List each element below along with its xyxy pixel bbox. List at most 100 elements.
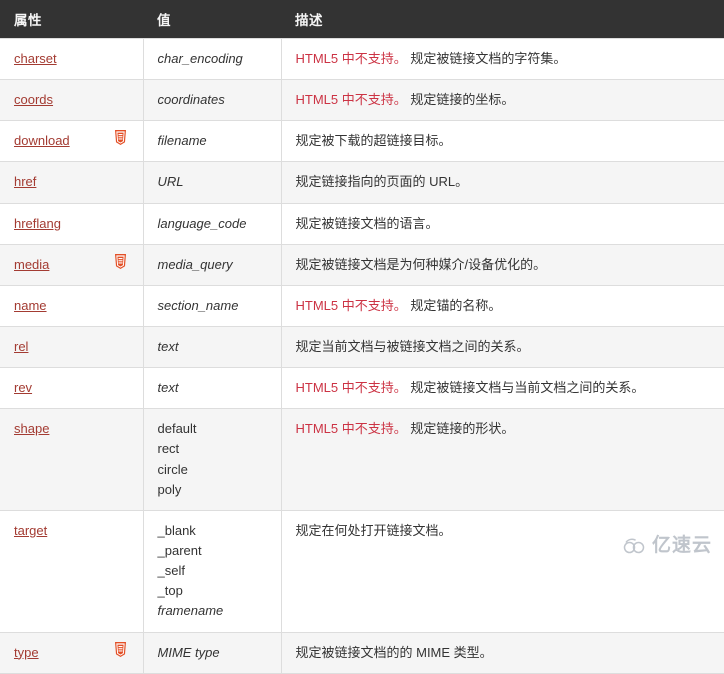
- description-text: 规定被链接文档的的 MIME 类型。: [295, 644, 493, 660]
- value-cell: media_query: [143, 243, 282, 286]
- table-row: hreflang language_code 规定被链接文档的语言。: [0, 202, 724, 245]
- attribute-link-media[interactable]: media: [14, 257, 49, 272]
- value-option: poly: [157, 481, 182, 497]
- table-row: href URL 规定链接指向的页面的 URL。: [0, 161, 724, 204]
- html5-badge-icon: [114, 130, 127, 146]
- description-text: 规定被链接文档的字符集。: [410, 51, 567, 66]
- description-cell: HTML5 中不支持。 规定链接的形状。: [281, 408, 724, 511]
- description-text: 规定当前文档与被链接文档之间的关系。: [295, 338, 530, 354]
- description-text: 规定被下载的超链接目标。: [295, 133, 452, 149]
- value-text: section_name: [157, 297, 239, 313]
- value-option: circle: [157, 461, 188, 477]
- html5-unsupported-notice: HTML5 中不支持。: [295, 380, 407, 396]
- value-cell: MIME type: [143, 631, 282, 674]
- value-text: text: [157, 380, 179, 396]
- attribute-cell: shape: [0, 408, 144, 511]
- value-text: MIME type: [157, 644, 220, 660]
- html5-badge-icon: [114, 641, 127, 657]
- value-cell: section_name: [143, 284, 282, 327]
- value-text: language_code: [157, 215, 247, 231]
- column-header-description: 描述: [281, 0, 724, 39]
- value-text: URL: [157, 174, 184, 190]
- html5-unsupported-notice: HTML5 中不支持。: [295, 297, 407, 313]
- attribute-cell: rev: [0, 367, 144, 410]
- value-option: _self: [157, 563, 185, 579]
- attribute-link-charset[interactable]: charset: [14, 51, 57, 66]
- column-header-attribute: 属性: [0, 0, 143, 39]
- value-list: default rect circle poly: [158, 419, 269, 500]
- html5-unsupported-notice: HTML5 中不支持。: [295, 92, 407, 108]
- value-option: _top: [157, 583, 183, 599]
- description-cell: 规定被下载的超链接目标。: [281, 120, 724, 163]
- attribute-cell: target: [0, 509, 144, 633]
- attribute-cell: coords: [0, 79, 144, 122]
- table-body: charset char_encoding HTML5 中不支持。 规定被链接文档的…: [0, 37, 724, 674]
- html5-badge-icon: [114, 253, 127, 269]
- description-text: 规定在何处打开链接文档。: [295, 522, 452, 538]
- description-cell: 规定被链接文档的的 MIME 类型。: [281, 631, 724, 674]
- table-row: media media_query 规定被链接文档是为何种媒介/设备优化的。: [0, 243, 724, 286]
- table-header: 属性 值 描述: [0, 0, 724, 39]
- value-text: text: [157, 338, 179, 354]
- value-list: _blank _parent _self _top framename: [158, 521, 269, 622]
- value-text: filename: [157, 133, 207, 149]
- table-row: shape default rect circle poly HTML5 中不支持。 规定…: [0, 408, 724, 511]
- description-cell: 规定在何处打开链接文档。: [281, 509, 724, 633]
- value-option: default: [157, 421, 197, 437]
- description-text: 规定被链接文档是为何种媒介/设备优化的。: [295, 256, 547, 272]
- table-row: name section_name HTML5 中不支持。 规定锚的名称。: [0, 284, 724, 327]
- description-cell: 规定链接指向的页面的 URL。: [281, 161, 724, 204]
- value-text: coordinates: [157, 92, 225, 108]
- value-cell: language_code: [143, 202, 282, 245]
- value-cell: char_encoding: [143, 37, 282, 81]
- table-row: target _blank _parent _self _top framename 规定在…: [0, 509, 724, 633]
- value-cell: coordinates: [143, 79, 282, 122]
- description-text: 规定被链接文档与当前文档之间的关系。: [410, 380, 645, 396]
- attribute-cell: download: [0, 120, 144, 163]
- table-row: rel text 规定当前文档与被链接文档之间的关系。: [0, 325, 724, 369]
- attribute-reference-table: 属性 值 描述 charset char_encoding HTML5 中不支持。 …: [0, 0, 724, 674]
- value-cell: _blank _parent _self _top framename: [143, 509, 282, 633]
- attribute-link-target[interactable]: target: [14, 523, 47, 538]
- attribute-cell: rel: [0, 325, 144, 369]
- value-cell: text: [143, 367, 282, 410]
- value-text: media_query: [157, 256, 233, 272]
- description-cell: 规定被链接文档是为何种媒介/设备优化的。: [281, 243, 724, 286]
- value-cell: default rect circle poly: [143, 408, 282, 511]
- attribute-link-rev[interactable]: rev: [14, 380, 32, 395]
- description-text: 规定链接的坐标。: [410, 92, 515, 108]
- attribute-link-rel[interactable]: rel: [14, 339, 28, 354]
- description-cell: HTML5 中不支持。 规定被链接文档与当前文档之间的关系。: [281, 367, 724, 410]
- column-header-value: 值: [143, 0, 281, 39]
- description-text: 规定锚的名称。: [410, 297, 502, 313]
- value-text: char_encoding: [157, 51, 243, 66]
- attribute-cell: hreflang: [0, 202, 144, 245]
- value-cell: text: [143, 325, 282, 369]
- table-row: rev text HTML5 中不支持。 规定被链接文档与当前文档之间的关系。: [0, 367, 724, 410]
- description-text: 规定链接的形状。: [410, 421, 515, 437]
- description-cell: 规定当前文档与被链接文档之间的关系。: [281, 325, 724, 369]
- value-option: framename: [157, 603, 224, 619]
- attribute-link-coords[interactable]: coords: [14, 92, 53, 107]
- attribute-link-name[interactable]: name: [14, 298, 47, 313]
- table-row: type MIME type 规定被链接文档的的 MIME 类型。: [0, 631, 724, 674]
- value-cell: URL: [143, 161, 282, 204]
- description-cell: 规定被链接文档的语言。: [281, 202, 724, 245]
- attribute-link-href[interactable]: href: [14, 174, 36, 189]
- table-row: download filename 规定被下载的超链接目标。: [0, 120, 724, 163]
- description-text: 规定链接指向的页面的 URL。: [295, 174, 469, 190]
- html5-unsupported-notice: HTML5 中不支持。: [295, 421, 407, 437]
- value-option: rect: [157, 441, 180, 457]
- html5-unsupported-notice: HTML5 中不支持。: [295, 51, 407, 66]
- attribute-cell: media: [0, 243, 144, 286]
- description-cell: HTML5 中不支持。 规定链接的坐标。: [281, 79, 724, 122]
- attribute-link-hreflang[interactable]: hreflang: [14, 216, 61, 231]
- attribute-link-type[interactable]: type: [14, 645, 39, 660]
- attribute-cell: href: [0, 161, 144, 204]
- attribute-link-download[interactable]: download: [14, 133, 70, 148]
- attribute-cell: charset: [0, 37, 144, 81]
- table-row: charset char_encoding HTML5 中不支持。 规定被链接文档的…: [0, 37, 724, 81]
- attribute-cell: type: [0, 631, 144, 674]
- value-cell: filename: [143, 120, 282, 163]
- attribute-link-shape[interactable]: shape: [14, 421, 49, 436]
